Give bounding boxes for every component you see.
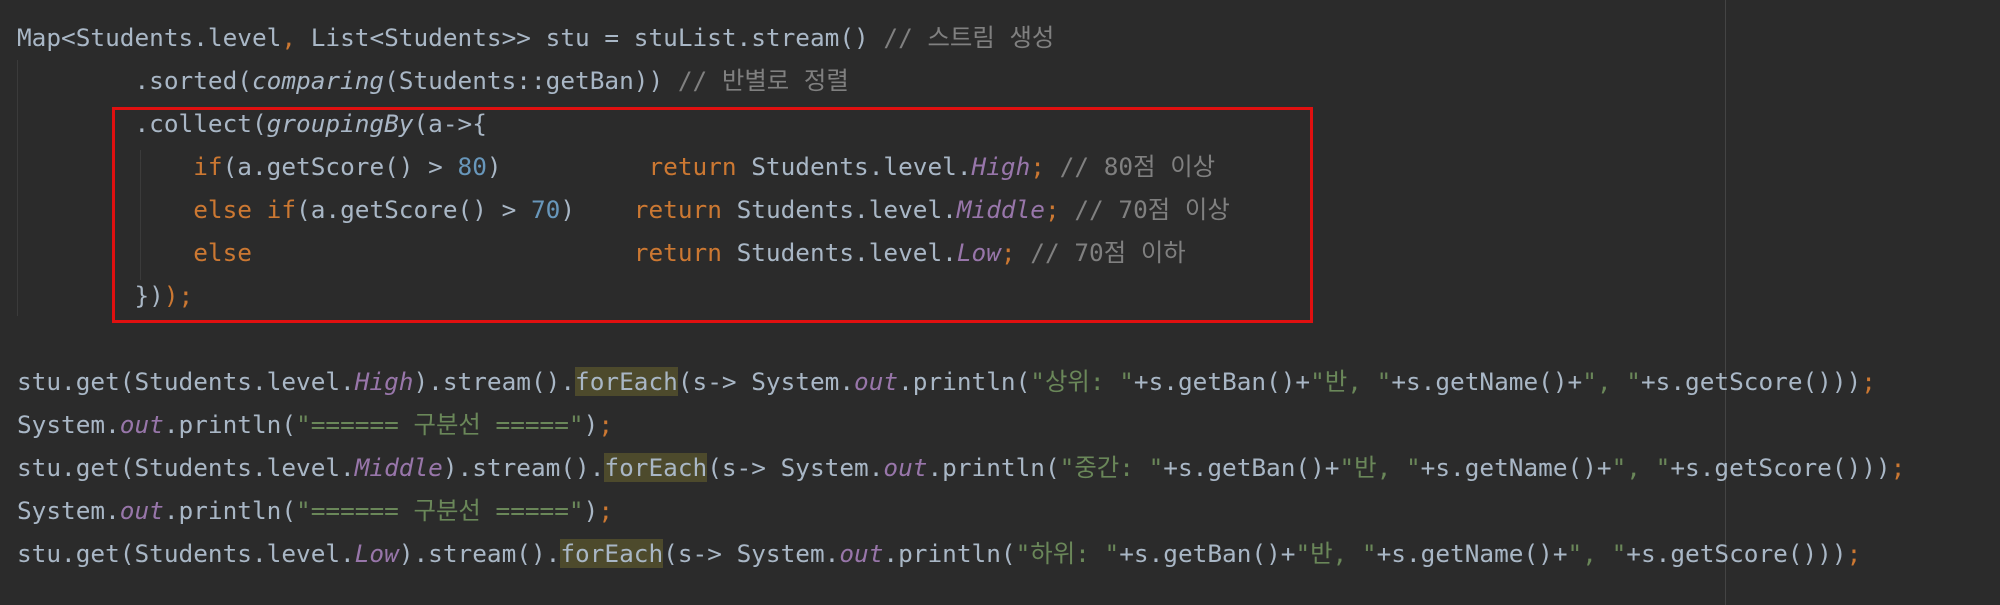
code-token: ) bbox=[583, 496, 599, 525]
code-token: (s-> System. bbox=[663, 539, 840, 568]
code-token: forEach bbox=[560, 539, 664, 568]
code-line[interactable]: .sorted(comparing(Students::getBan)) // … bbox=[17, 59, 849, 102]
code-token: .println( bbox=[898, 367, 1031, 396]
code-token: Low bbox=[354, 539, 399, 568]
code-line[interactable]: System.out.println("====== 구분선 ====="); bbox=[17, 489, 613, 532]
code-token: ; bbox=[1890, 453, 1906, 482]
code-token: ) bbox=[583, 410, 599, 439]
code-token: out bbox=[883, 453, 928, 482]
red-highlight-box bbox=[112, 107, 1313, 323]
code-token: // 반별로 정렬 bbox=[677, 66, 849, 95]
code-line[interactable]: stu.get(Students.level.High).stream().fo… bbox=[17, 360, 1876, 403]
code-token: forEach bbox=[604, 453, 708, 482]
code-token: out bbox=[119, 410, 164, 439]
code-token: ).stream(). bbox=[413, 367, 576, 396]
code-token: ", " bbox=[1611, 453, 1671, 482]
code-token: +s.getName()+ bbox=[1376, 539, 1568, 568]
code-token: System. bbox=[17, 410, 120, 439]
code-token: +s.getScore())) bbox=[1640, 367, 1862, 396]
code-token: "상위: " bbox=[1030, 367, 1134, 396]
right-margin-guide bbox=[1725, 0, 1726, 605]
code-token: , bbox=[281, 23, 311, 52]
code-token: (s-> System. bbox=[707, 453, 884, 482]
code-token: "반, " bbox=[1310, 367, 1392, 396]
code-token: +s.getBan()+ bbox=[1119, 539, 1296, 568]
code-token: .println( bbox=[163, 496, 297, 525]
code-token: ).stream(). bbox=[398, 539, 561, 568]
code-line[interactable]: stu.get(Students.level.Low).stream().for… bbox=[17, 532, 1861, 575]
code-token: ; bbox=[1846, 539, 1862, 568]
code-token: ; bbox=[598, 410, 613, 439]
code-token: .println( bbox=[883, 539, 1016, 568]
code-editor[interactable]: Map<Students.level, List<Students>> stu … bbox=[0, 0, 2000, 605]
code-token: Middle bbox=[354, 453, 443, 482]
code-token: ).stream(). bbox=[442, 453, 605, 482]
code-token: stu.get(Students.level. bbox=[17, 367, 355, 396]
code-token: ", " bbox=[1582, 367, 1641, 396]
code-token: +s.getBan()+ bbox=[1133, 367, 1311, 396]
code-token: ; bbox=[1861, 367, 1876, 396]
code-token: System. bbox=[17, 496, 120, 525]
code-token: (s-> System. bbox=[677, 367, 855, 396]
code-token: comparing bbox=[251, 66, 385, 95]
code-token: "====== 구분선 =====" bbox=[296, 410, 584, 439]
code-line[interactable]: System.out.println("====== 구분선 ====="); bbox=[17, 403, 613, 446]
code-token: +s.getName()+ bbox=[1420, 453, 1612, 482]
code-token: List<Students>> stu = stuList.stream() bbox=[310, 23, 884, 52]
code-token: ", " bbox=[1567, 539, 1627, 568]
code-token: // 스트림 생성 bbox=[883, 23, 1055, 52]
code-line[interactable]: Map<Students.level, List<Students>> stu … bbox=[17, 16, 1054, 59]
code-token: "중간: " bbox=[1059, 453, 1164, 482]
code-token: ; bbox=[598, 496, 613, 525]
code-token: "하위: " bbox=[1015, 539, 1120, 568]
code-token: stu.get(Students.level. bbox=[17, 539, 355, 568]
code-line[interactable]: stu.get(Students.level.Middle).stream().… bbox=[17, 446, 1905, 489]
code-token: (Students::getBan)) bbox=[384, 66, 678, 95]
code-token: +s.getBan()+ bbox=[1163, 453, 1340, 482]
code-token: .println( bbox=[927, 453, 1060, 482]
code-token: forEach bbox=[575, 367, 678, 396]
code-token: High bbox=[354, 367, 414, 396]
code-token: out bbox=[839, 539, 884, 568]
code-token: +s.getName()+ bbox=[1391, 367, 1583, 396]
code-token: out bbox=[119, 496, 164, 525]
code-token: out bbox=[854, 367, 899, 396]
code-token: .println( bbox=[163, 410, 297, 439]
code-token: .sorted( bbox=[17, 66, 252, 95]
code-token: Map<Students.level bbox=[17, 23, 282, 52]
code-token: "반, " bbox=[1295, 539, 1377, 568]
code-token: "====== 구분선 =====" bbox=[296, 496, 584, 525]
code-token: stu.get(Students.level. bbox=[17, 453, 355, 482]
code-token: +s.getScore())) bbox=[1626, 539, 1847, 568]
code-token: "반, " bbox=[1339, 453, 1421, 482]
code-token: +s.getScore())) bbox=[1670, 453, 1891, 482]
